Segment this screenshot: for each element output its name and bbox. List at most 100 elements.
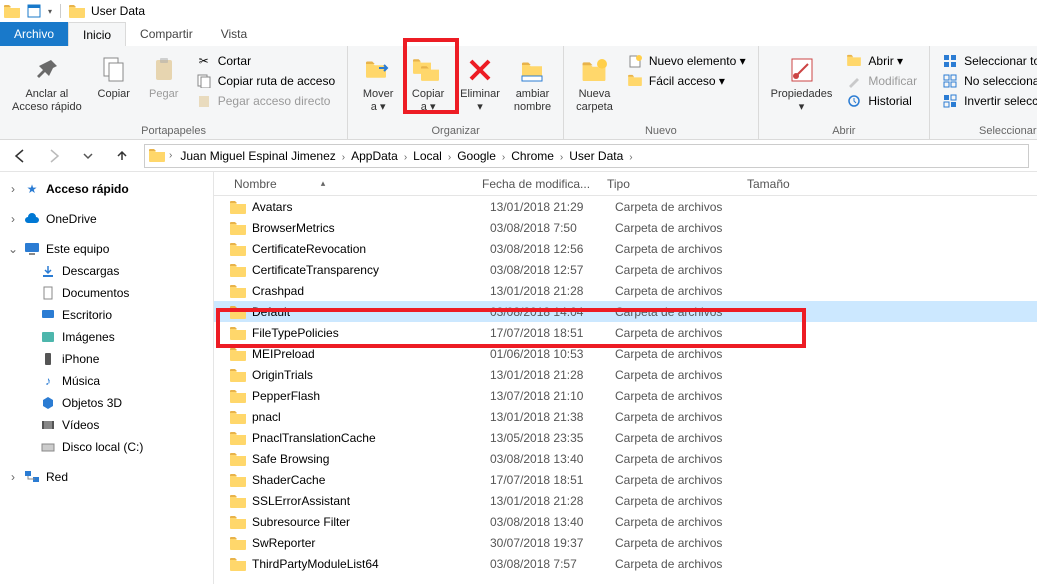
breadcrumb-segment[interactable]: Chrome [507,149,558,163]
nav-this-pc[interactable]: ⌄Este equipo [0,238,213,260]
nav-disk-c[interactable]: Disco local (C:) [0,436,213,458]
cut-button[interactable]: ✂Cortar [192,52,339,70]
listview-header: Nombre▴ Fecha de modifica... Tipo Tamaño [214,172,1037,196]
paste-shortcut-button[interactable]: Pegar acceso directo [192,92,339,110]
table-row[interactable]: Avatars13/01/2018 21:29Carpeta de archiv… [214,196,1037,217]
new-item-button[interactable]: Nuevo elemento ▾ [623,52,750,70]
rename-button[interactable]: ambiar nombre [510,52,555,115]
new-folder-button[interactable]: Nueva carpeta [572,52,617,115]
nav-videos[interactable]: Vídeos [0,414,213,436]
cell-name: CertificateTransparency [222,262,482,278]
table-row[interactable]: Crashpad13/01/2018 21:28Carpeta de archi… [214,280,1037,301]
chevron-right-icon[interactable]: › [167,150,174,161]
file-listview[interactable]: Nombre▴ Fecha de modifica... Tipo Tamaño… [214,172,1037,584]
nav-iphone[interactable]: iPhone [0,348,213,370]
chevron-down-icon[interactable]: ⌄ [8,242,18,256]
chevron-right-icon[interactable]: › [627,152,634,163]
copy-to-button[interactable]: Copiar a ▾ [406,52,450,115]
chevron-right-icon[interactable]: › [340,152,347,163]
open-button[interactable]: Abrir ▾ [842,52,921,70]
history-button[interactable]: Historial [842,92,921,110]
navigation-pane[interactable]: ›★Acceso rápido ›OneDrive ⌄Este equipo D… [0,172,214,584]
folder-icon [230,514,246,530]
breadcrumb-segment[interactable]: Local [409,149,446,163]
group-label: Seleccionar [938,123,1037,139]
invert-selection-button[interactable]: Invertir selección [938,92,1037,110]
properties-button[interactable]: Propiedades ▾ [767,52,837,115]
select-none-button[interactable]: No seleccionar nada [938,72,1037,90]
table-row[interactable]: Default03/08/2018 14:04Carpeta de archiv… [214,301,1037,322]
folder-icon [230,262,246,278]
group-label: Organizar [356,123,555,139]
nav-quick-access[interactable]: ›★Acceso rápido [0,178,213,200]
tab-vista[interactable]: Vista [207,22,261,46]
column-date[interactable]: Fecha de modifica... [474,177,599,191]
table-row[interactable]: Subresource Filter03/08/2018 13:40Carpet… [214,511,1037,532]
nav-downloads[interactable]: Descargas [0,260,213,282]
table-row[interactable]: ThirdPartyModuleList6403/08/2018 7:57Car… [214,553,1037,574]
table-row[interactable]: OriginTrials13/01/2018 21:28Carpeta de a… [214,364,1037,385]
breadcrumb-segment[interactable]: Juan Miguel Espinal Jimenez [176,149,339,163]
tab-inicio[interactable]: Inicio [68,22,126,46]
table-row[interactable]: MEIPreload01/06/2018 10:53Carpeta de arc… [214,343,1037,364]
tab-archivo[interactable]: Archivo [0,22,68,46]
nav-network[interactable]: ›Red [0,466,213,488]
column-type[interactable]: Tipo [599,177,739,191]
copy-icon [98,54,130,86]
ribbon-tabs: Archivo Inicio Compartir Vista [0,22,1037,46]
cell-type: Carpeta de archivos [607,431,747,445]
cell-date: 03/08/2018 13:40 [482,515,607,529]
folder-icon [149,148,165,164]
cell-name: MEIPreload [222,346,482,362]
paste-button[interactable]: Pegar [142,52,186,103]
move-to-button[interactable]: Mover a ▾ [356,52,400,115]
column-name[interactable]: Nombre▴ [214,177,474,191]
edit-button[interactable]: Modificar [842,72,921,90]
chevron-right-icon[interactable]: › [8,470,18,484]
nav-recent-button[interactable] [76,144,100,168]
table-row[interactable]: FileTypePolicies17/07/2018 18:51Carpeta … [214,322,1037,343]
nav-forward-button[interactable] [42,144,66,168]
nav-documents[interactable]: Documentos [0,282,213,304]
breadcrumb-segment[interactable]: User Data [565,149,627,163]
table-row[interactable]: ShaderCache17/07/2018 18:51Carpeta de ar… [214,469,1037,490]
edit-icon [846,73,862,89]
folder-icon [230,199,246,215]
nav-onedrive[interactable]: ›OneDrive [0,208,213,230]
qat-dropdown-icon[interactable]: ▾ [48,7,52,16]
table-row[interactable]: CertificateTransparency03/08/2018 12:57C… [214,259,1037,280]
pin-quick-access-button[interactable]: Anclar al Acceso rápido [8,52,86,115]
table-row[interactable]: PepperFlash13/07/2018 21:10Carpeta de ar… [214,385,1037,406]
table-row[interactable]: SwReporter30/07/2018 19:37Carpeta de arc… [214,532,1037,553]
cell-date: 13/01/2018 21:28 [482,368,607,382]
breadcrumb-segment[interactable]: AppData [347,149,402,163]
table-row[interactable]: CertificateRevocation03/08/2018 12:56Car… [214,238,1037,259]
properties-qat-icon[interactable] [26,3,42,19]
nav-pictures[interactable]: Imágenes [0,326,213,348]
easy-access-button[interactable]: Fácil acceso ▾ [623,72,750,90]
chevron-right-icon[interactable]: › [8,182,18,196]
nav-back-button[interactable] [8,144,32,168]
copy-button[interactable]: Copiar [92,52,136,103]
breadcrumb-segment[interactable]: Google [453,149,500,163]
cell-name: Crashpad [222,283,482,299]
nav-desktop[interactable]: Escritorio [0,304,213,326]
cloud-icon [24,211,40,227]
delete-button[interactable]: Eliminar ▾ [456,52,504,115]
breadcrumb[interactable]: › Juan Miguel Espinal Jimenez›AppData›Lo… [144,144,1029,168]
column-size[interactable]: Tamaño [739,177,829,191]
table-row[interactable]: BrowserMetrics03/08/2018 7:50Carpeta de … [214,217,1037,238]
select-all-button[interactable]: Seleccionar todo [938,52,1037,70]
table-row[interactable]: SSLErrorAssistant13/01/2018 21:28Carpeta… [214,490,1037,511]
table-row[interactable]: pnacl13/01/2018 21:38Carpeta de archivos [214,406,1037,427]
select-none-icon [942,73,958,89]
monitor-icon [24,241,40,257]
nav-up-button[interactable] [110,144,134,168]
chevron-right-icon[interactable]: › [8,212,18,226]
table-row[interactable]: PnaclTranslationCache13/05/2018 23:35Car… [214,427,1037,448]
tab-compartir[interactable]: Compartir [126,22,207,46]
table-row[interactable]: Safe Browsing03/08/2018 13:40Carpeta de … [214,448,1037,469]
nav-music[interactable]: ♪Música [0,370,213,392]
copy-path-button[interactable]: Copiar ruta de acceso [192,72,339,90]
nav-3d-objects[interactable]: Objetos 3D [0,392,213,414]
